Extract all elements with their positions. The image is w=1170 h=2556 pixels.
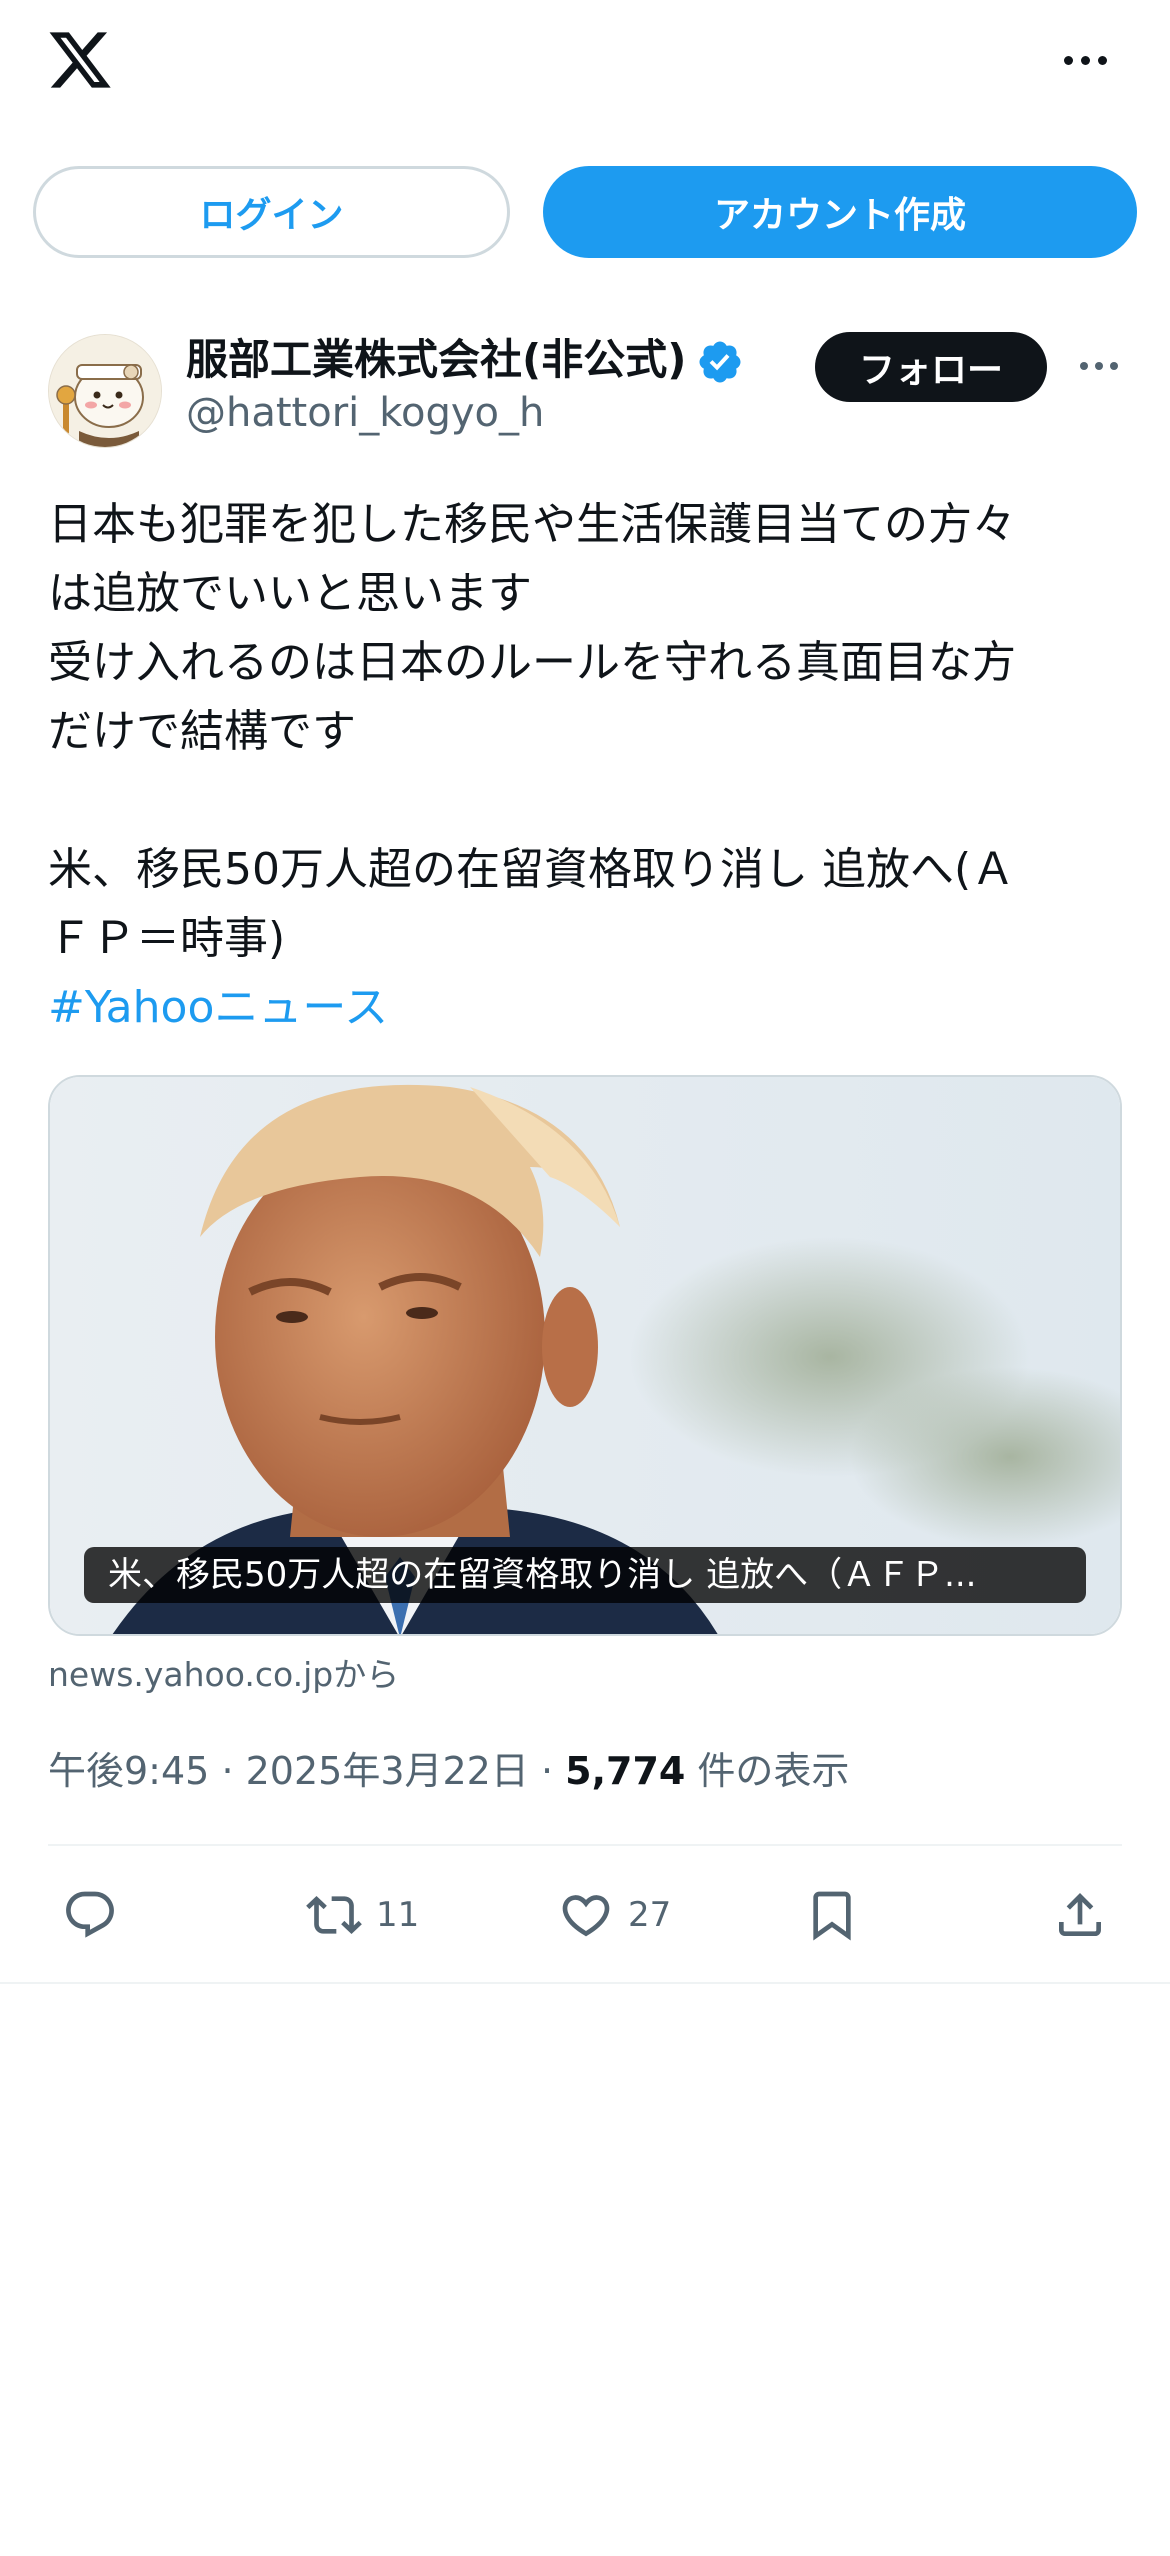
post-text-line: ＦＰ＝時事)	[48, 913, 286, 964]
post-text-line: 受け入れるのは日本のルールを守れる真面目な方	[48, 637, 1016, 688]
link-preview-card[interactable]: 米、移民50万人超の在留資格取り消し 追放へ（ＡＦＰ...	[48, 1075, 1122, 1636]
like-button[interactable]: 27	[558, 1880, 671, 1950]
meta-separator: ·	[540, 1749, 566, 1793]
login-button[interactable]: ログイン	[33, 166, 510, 258]
repost-count: 11	[376, 1895, 420, 1935]
views-label: 件の表示	[697, 1749, 850, 1793]
views-count: 5,774	[565, 1749, 686, 1793]
share-icon	[1059, 1893, 1101, 1936]
post-more-icon[interactable]	[1074, 348, 1124, 384]
author-handle[interactable]: @hattori_kogyo_h	[186, 390, 544, 436]
avatar[interactable]	[48, 334, 162, 448]
author-name[interactable]: 服部工業株式会社(非公式)	[186, 326, 686, 387]
like-count: 27	[628, 1895, 672, 1935]
x-logo-icon[interactable]	[46, 26, 114, 94]
heart-icon	[562, 1895, 610, 1937]
post-text-line: は追放でいいと思います	[48, 568, 532, 619]
card-caption: 米、移民50万人超の在留資格取り消し 追放へ（ＡＦＰ...	[84, 1547, 1086, 1603]
meta-separator: ·	[221, 1749, 246, 1793]
follow-button[interactable]: フォロー	[815, 332, 1047, 402]
repost-button[interactable]: 11	[306, 1880, 419, 1950]
divider	[48, 1844, 1122, 1846]
reply-icon	[66, 1891, 114, 1938]
repost-icon	[306, 1896, 362, 1934]
share-button[interactable]	[1052, 1880, 1108, 1950]
post-text-line: だけで結構です	[48, 706, 356, 757]
create-account-button[interactable]: アカウント作成	[543, 166, 1137, 258]
post-text: 日本も犯罪を犯した移民や生活保護目当ての方々 は追放でいいと思います 受け入れる…	[48, 490, 1128, 1042]
post-meta: 午後9:45 · 2025年3月22日 · 5,774 件の表示	[48, 1740, 849, 1795]
more-horizontal-icon[interactable]	[1058, 40, 1112, 80]
bookmark-button[interactable]	[804, 1880, 860, 1950]
divider	[0, 1982, 1170, 1984]
post-date[interactable]: 2025年3月22日	[246, 1749, 529, 1793]
verified-badge-icon	[696, 338, 744, 386]
bookmark-icon	[813, 1891, 851, 1941]
reply-button[interactable]	[62, 1880, 118, 1950]
card-source[interactable]: news.yahoo.co.jpから	[48, 1648, 399, 1696]
post-text-line: 米、移民50万人超の在留資格取り消し 追放へ(Ａ	[48, 844, 1016, 895]
post-text-blank-line	[48, 766, 1128, 835]
post-time[interactable]: 午後9:45	[48, 1749, 209, 1793]
hashtag-link[interactable]: #Yahooニュース	[48, 973, 1128, 1042]
post-text-line: 日本も犯罪を犯した移民や生活保護目当ての方々	[48, 499, 1016, 550]
